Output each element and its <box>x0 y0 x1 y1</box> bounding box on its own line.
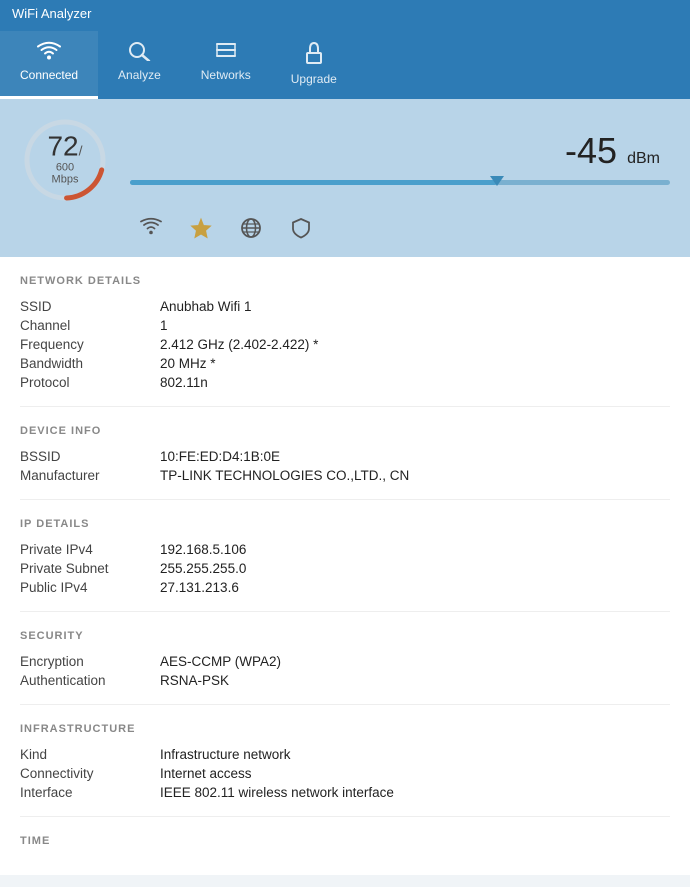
table-row: Bandwidth 20 MHz * <box>20 354 670 373</box>
label-channel: Channel <box>20 316 160 335</box>
header-top: 72/ 600 Mbps -45 dBm <box>20 115 670 205</box>
divider <box>20 499 670 500</box>
title-bar: WiFi Analyzer <box>0 0 690 27</box>
divider <box>20 611 670 612</box>
value-channel: 1 <box>160 316 670 335</box>
nav-bar: Connected Analyze Networks <box>0 27 690 99</box>
ip-details-table: Private IPv4 192.168.5.106 Private Subne… <box>20 540 670 597</box>
device-info-header: DEVICE INFO <box>20 425 670 437</box>
ip-details-header: IP DETAILS <box>20 518 670 530</box>
table-row: Interface IEEE 802.11 wireless network i… <box>20 783 670 802</box>
table-row: SSID Anubhab Wifi 1 <box>20 297 670 316</box>
value-protocol: 802.11n <box>160 373 670 392</box>
wifi-icon <box>36 39 62 65</box>
divider <box>20 816 670 817</box>
gauge-text: 72/ 600 Mbps <box>43 132 88 185</box>
value-authentication: RSNA-PSK <box>160 671 670 690</box>
nav-item-upgrade[interactable]: Upgrade <box>271 31 357 99</box>
label-kind: Kind <box>20 745 160 764</box>
table-row: Private IPv4 192.168.5.106 <box>20 540 670 559</box>
label-private-subnet: Private Subnet <box>20 559 160 578</box>
value-bssid: 10:FE:ED:D4:1B:0E <box>160 447 670 466</box>
gauge-circle: 72/ 600 Mbps <box>20 115 110 205</box>
table-row: Protocol 802.11n <box>20 373 670 392</box>
label-connectivity: Connectivity <box>20 764 160 783</box>
value-interface: IEEE 802.11 wireless network interface <box>160 783 670 802</box>
value-private-ipv4: 192.168.5.106 <box>160 540 670 559</box>
header-panel: 72/ 600 Mbps -45 dBm <box>0 99 690 257</box>
label-private-ipv4: Private IPv4 <box>20 540 160 559</box>
table-row: Encryption AES-CCMP (WPA2) <box>20 652 670 671</box>
value-kind: Infrastructure network <box>160 745 670 764</box>
value-private-subnet: 255.255.255.0 <box>160 559 670 578</box>
wifi-small-icon <box>140 217 162 245</box>
table-row: Authentication RSNA-PSK <box>20 671 670 690</box>
nav-upgrade-label: Upgrade <box>291 72 337 86</box>
analyze-icon <box>126 39 152 65</box>
app-title: WiFi Analyzer <box>12 6 91 21</box>
value-ssid: Anubhab Wifi 1 <box>160 297 670 316</box>
nav-networks-label: Networks <box>201 68 251 82</box>
label-authentication: Authentication <box>20 671 160 690</box>
gauge-speed: 600 Mbps <box>43 161 88 185</box>
infrastructure-table: Kind Infrastructure network Connectivity… <box>20 745 670 802</box>
label-public-ipv4: Public IPv4 <box>20 578 160 597</box>
label-protocol: Protocol <box>20 373 160 392</box>
upgrade-icon <box>301 39 327 69</box>
gauge-slash: / <box>79 142 83 158</box>
nav-item-connected[interactable]: Connected <box>0 31 98 99</box>
value-bandwidth: 20 MHz * <box>160 354 670 373</box>
label-frequency: Frequency <box>20 335 160 354</box>
divider <box>20 704 670 705</box>
time-header: TIME <box>20 835 670 847</box>
signal-value: -45 dBm <box>130 130 670 172</box>
value-connectivity: Internet access <box>160 764 670 783</box>
label-ssid: SSID <box>20 297 160 316</box>
table-row: Kind Infrastructure network <box>20 745 670 764</box>
value-encryption: AES-CCMP (WPA2) <box>160 652 670 671</box>
value-public-ipv4: 27.131.213.6 <box>160 578 670 597</box>
table-row: Private Subnet 255.255.255.0 <box>20 559 670 578</box>
nav-item-networks[interactable]: Networks <box>181 31 271 99</box>
shield-icon <box>290 217 312 245</box>
table-row: Manufacturer TP-LINK TECHNOLOGIES CO.,LT… <box>20 466 670 485</box>
signal-unit: dBm <box>627 150 660 167</box>
nav-connected-label: Connected <box>20 68 78 82</box>
label-encryption: Encryption <box>20 652 160 671</box>
value-manufacturer: TP-LINK TECHNOLOGIES CO.,LTD., CN <box>160 466 670 485</box>
device-info-table: BSSID 10:FE:ED:D4:1B:0E Manufacturer TP-… <box>20 447 670 485</box>
label-manufacturer: Manufacturer <box>20 466 160 485</box>
table-row: Channel 1 <box>20 316 670 335</box>
signal-track <box>130 180 670 185</box>
security-table: Encryption AES-CCMP (WPA2) Authenticatio… <box>20 652 670 690</box>
signal-bar <box>130 176 670 190</box>
table-row: BSSID 10:FE:ED:D4:1B:0E <box>20 447 670 466</box>
table-row: Connectivity Internet access <box>20 764 670 783</box>
icon-row <box>20 217 670 245</box>
nav-item-analyze[interactable]: Analyze <box>98 31 181 99</box>
divider <box>20 406 670 407</box>
star-icon <box>190 217 212 245</box>
network-details-header: NETWORK DETAILS <box>20 275 670 287</box>
label-bssid: BSSID <box>20 447 160 466</box>
main-content: NETWORK DETAILS SSID Anubhab Wifi 1 Chan… <box>0 257 690 875</box>
nav-analyze-label: Analyze <box>118 68 161 82</box>
value-frequency: 2.412 GHz (2.402-2.422) * <box>160 335 670 354</box>
label-bandwidth: Bandwidth <box>20 354 160 373</box>
signal-fill <box>130 180 497 185</box>
infrastructure-header: INFRASTRUCTURE <box>20 723 670 735</box>
label-interface: Interface <box>20 783 160 802</box>
table-row: Public IPv4 27.131.213.6 <box>20 578 670 597</box>
networks-icon <box>213 39 239 65</box>
network-details-table: SSID Anubhab Wifi 1 Channel 1 Frequency … <box>20 297 670 392</box>
globe-icon <box>240 217 262 245</box>
security-header: SECURITY <box>20 630 670 642</box>
signal-marker <box>490 176 504 186</box>
signal-area: -45 dBm <box>110 130 670 190</box>
gauge-value: 72 <box>47 130 78 161</box>
table-row: Frequency 2.412 GHz (2.402-2.422) * <box>20 335 670 354</box>
